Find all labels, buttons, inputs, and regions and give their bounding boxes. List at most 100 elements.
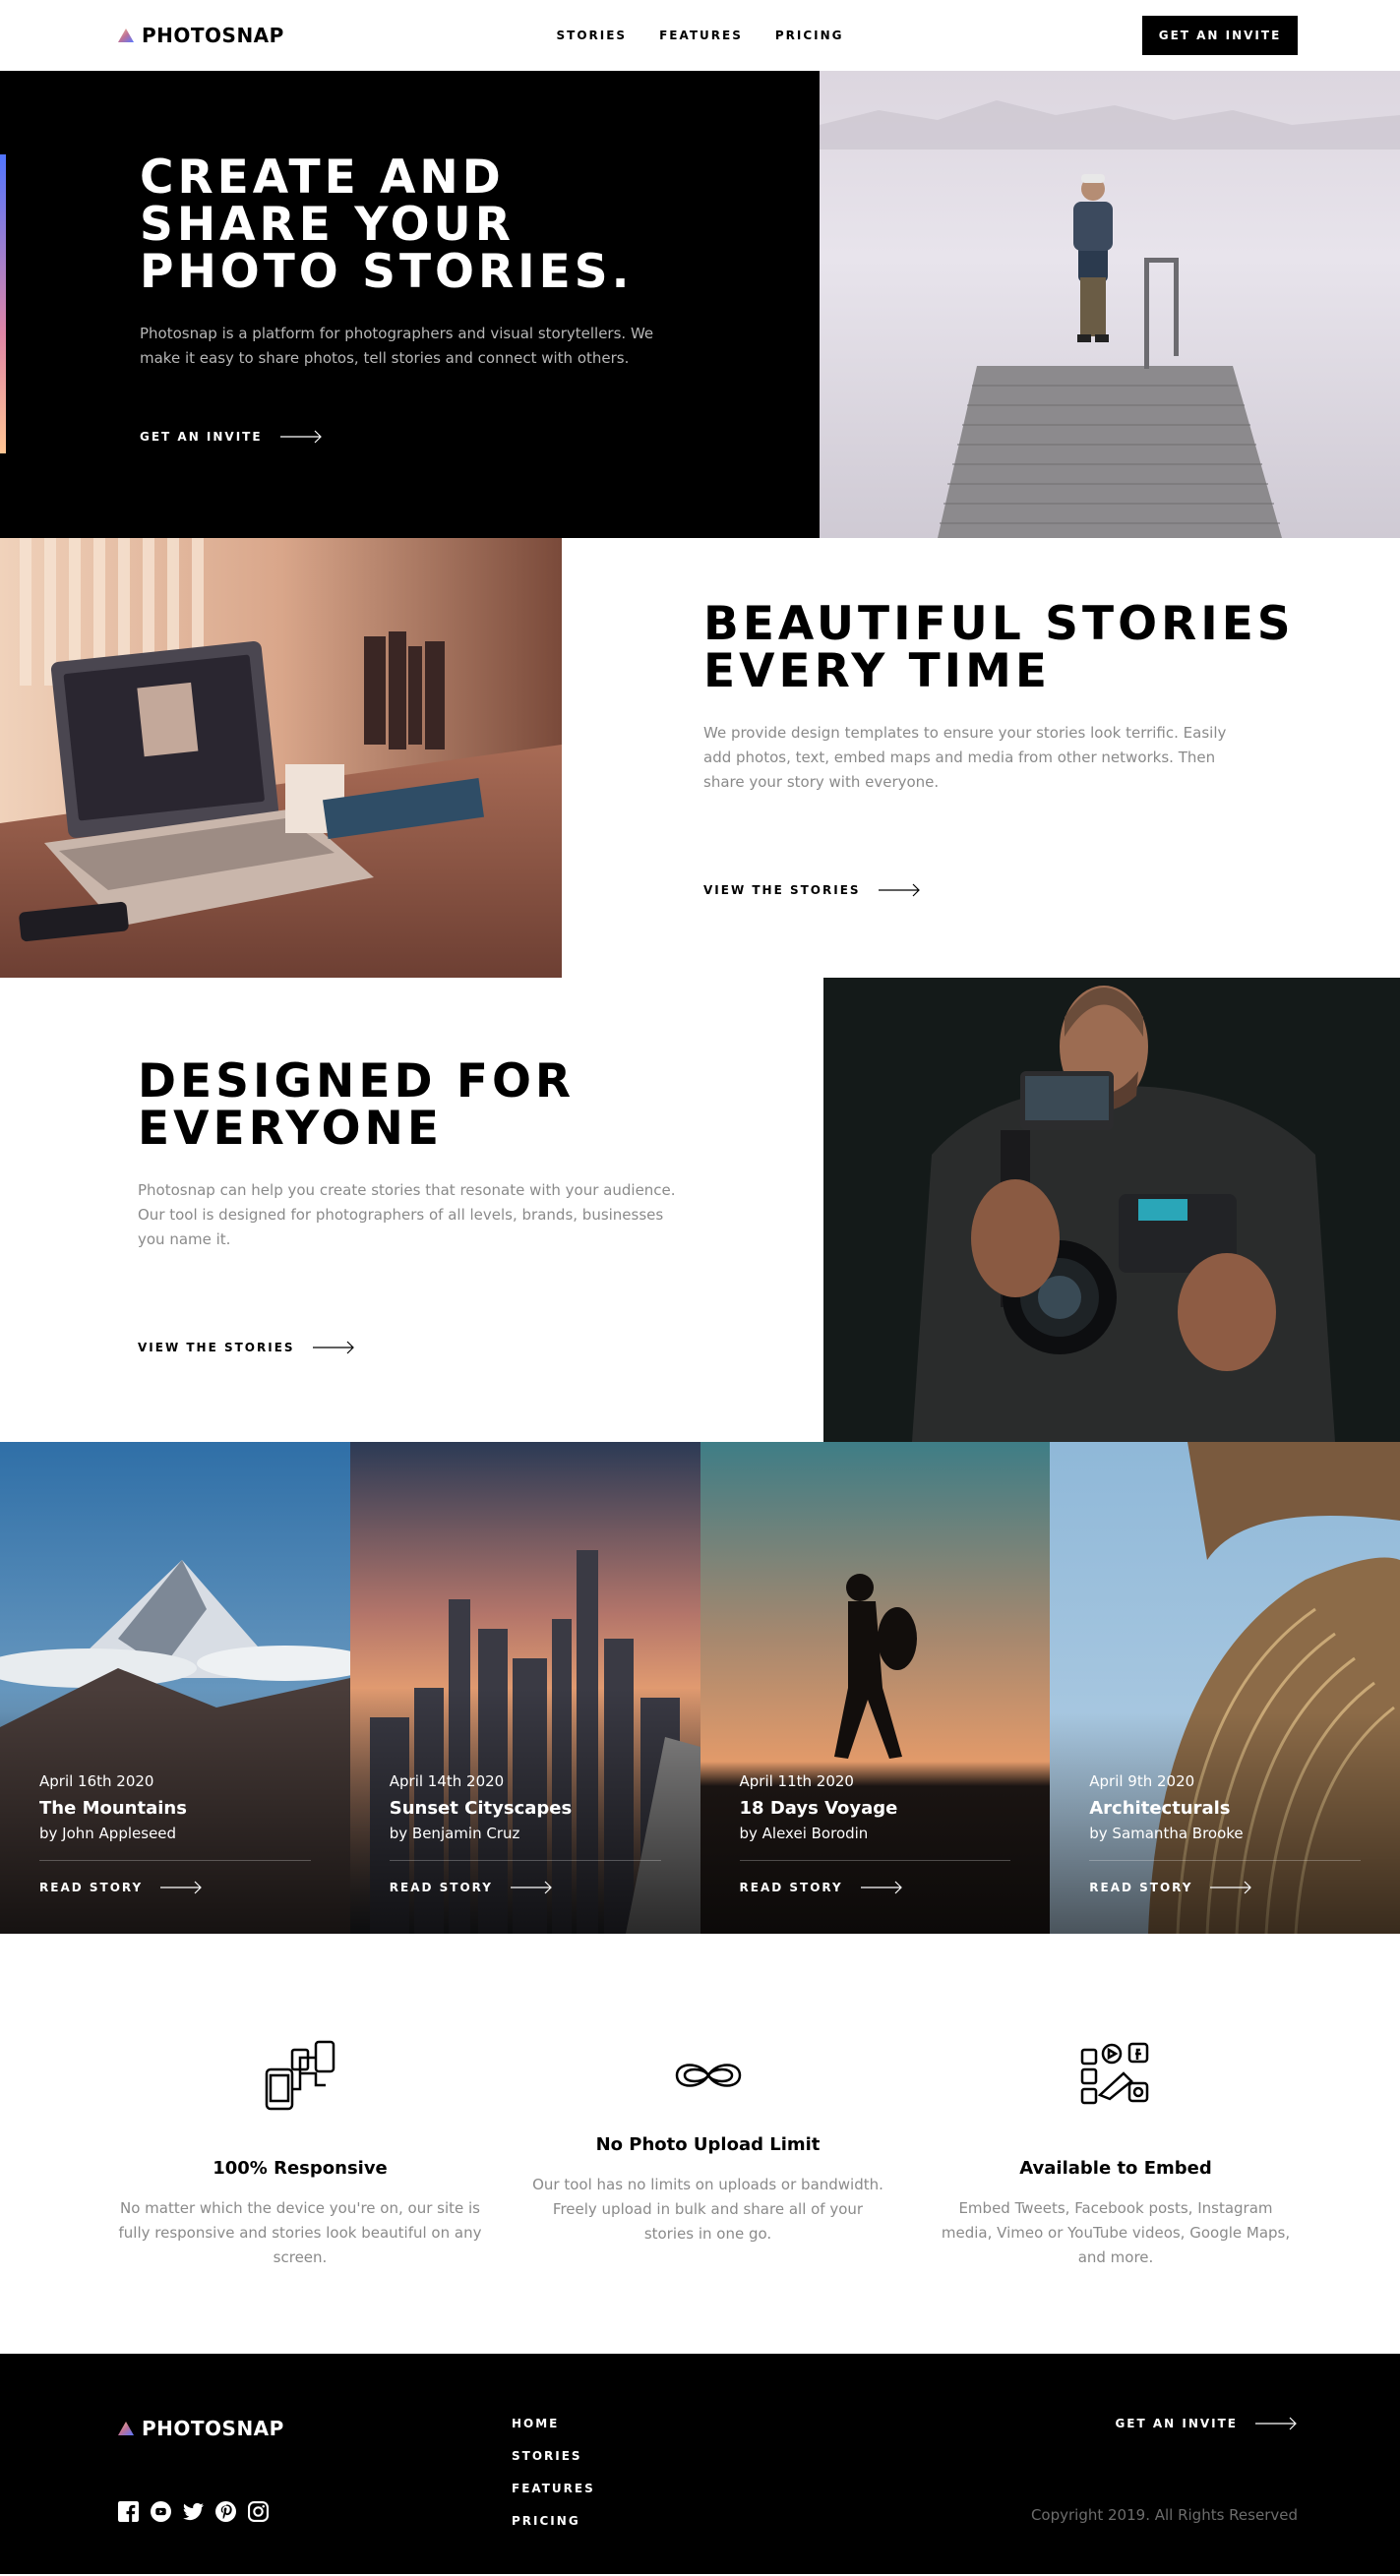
story-divider [39,1860,311,1861]
get-invite-button[interactable]: GET AN INVITE [1142,16,1298,55]
feature-description: Our tool has no limits on uploads or ban… [532,2176,883,2243]
site-footer: PHOTOSNAP HOME STORIES FEATURES PRICING … [0,2354,1400,2574]
beautiful-stories-description: We provide design templates to ensure yo… [703,724,1227,791]
footer-nav-pricing[interactable]: PRICING [512,2514,595,2528]
nav-item-features[interactable]: FEATURES [659,29,743,42]
story-card[interactable]: April 14th 2020 Sunset Cityscapes by Ben… [349,1442,700,1934]
story-card[interactable]: April 9th 2020 Architecturals by Samanth… [1050,1442,1400,1934]
laptop-illustration [0,538,562,978]
hero-invite-link-label: GET AN INVITE [140,430,263,444]
logo-triangle-icon [118,2422,134,2435]
arrow-right-icon [1255,2417,1297,2430]
main-nav: STORIES FEATURES PRICING [556,29,843,42]
beautiful-stories-text: BEAUTIFUL STORIES EVERY TIME We provide … [562,538,1400,978]
feature-no-upload-limit: No Photo Upload Limit Our tool has no li… [526,2040,890,2354]
logo-text: PHOTOSNAP [142,24,284,47]
story-divider [739,1860,1011,1861]
footer-nav-features[interactable]: FEATURES [512,2482,595,2495]
story-date: April 9th 2020 [1089,1772,1195,1790]
story-body: April 16th 2020 The Mountains by John Ap… [39,1772,311,1894]
copyright-text: Copyright 2019. All Rights Reserved [1030,2506,1298,2524]
feature-responsive: 100% Responsive No matter which the devi… [118,2040,482,2354]
designed-text: DESIGNED FOR EVERYONE Photosnap can help… [0,978,823,1442]
footer-invite-label: GET AN INVITE [1115,2417,1238,2430]
arrow-right-icon [1210,1881,1252,1894]
feature-description: No matter which the device you're on, ou… [118,2199,482,2266]
features-section: 100% Responsive No matter which the devi… [0,1934,1400,2354]
laptop-desk-photo [0,538,562,978]
story-body: April 9th 2020 Architecturals by Samanth… [1089,1772,1361,1894]
story-card[interactable]: April 11th 2020 18 Days Voyage by Alexei… [700,1442,1051,1934]
arrow-right-icon [312,1341,354,1354]
nav-item-stories[interactable]: STORIES [556,29,627,42]
view-stories-link[interactable]: VIEW THE STORIES [703,883,1400,897]
logo[interactable]: PHOTOSNAP [118,24,284,47]
hero-photo-man-on-pier [820,71,1400,538]
arrow-right-icon [878,883,920,897]
hero-section: CREATE AND SHARE YOUR PHOTO STORIES. Pho… [0,71,1400,538]
story-date: April 14th 2020 [389,1772,505,1790]
hero-text-panel: CREATE AND SHARE YOUR PHOTO STORIES. Pho… [0,71,820,538]
arrow-right-icon [160,1881,203,1894]
footer-nav-home[interactable]: HOME [512,2417,595,2430]
camera-operator-illustration [823,978,1400,1442]
story-body: April 11th 2020 18 Days Voyage by Alexei… [739,1772,1011,1894]
accent-bar [0,154,6,453]
pinterest-icon[interactable] [215,2501,236,2522]
stories-grid: April 16th 2020 The Mountains by John Ap… [0,1442,1400,1934]
story-author: by Benjamin Cruz [389,1825,520,1842]
story-divider [389,1860,661,1861]
designed-for-everyone-section: DESIGNED FOR EVERYONE Photosnap can help… [0,978,1400,1442]
view-stories-link-label: VIEW THE STORIES [703,883,861,897]
footer-nav-stories[interactable]: STORIES [512,2449,595,2463]
footer-nav: HOME STORIES FEATURES PRICING [512,2417,595,2528]
read-story-link[interactable]: READ STORY [740,1881,1011,1894]
designed-title: DESIGNED FOR EVERYONE [138,1054,576,1156]
read-story-link[interactable]: READ STORY [1089,1881,1361,1894]
site-header: PHOTOSNAP STORIES FEATURES PRICING GET A… [0,0,1400,71]
twitter-icon[interactable] [183,2501,204,2522]
story-card[interactable]: April 16th 2020 The Mountains by John Ap… [0,1442,350,1934]
story-title: 18 Days Voyage [739,1798,898,1819]
story-date: April 11th 2020 [739,1772,854,1790]
facebook-icon[interactable] [118,2501,139,2522]
feature-title: 100% Responsive [213,2158,388,2179]
story-title: The Mountains [39,1798,187,1819]
feature-embed: Available to Embed Embed Tweets, Faceboo… [934,2040,1298,2354]
hero-description: Photosnap is a platform for photographer… [140,325,654,367]
designed-description: Photosnap can help you create stories th… [138,1181,676,1248]
hero-invite-link[interactable]: GET AN INVITE [140,430,682,444]
camera-operator-photo [823,978,1400,1442]
instagram-icon[interactable] [248,2501,269,2522]
read-story-label: READ STORY [1089,1881,1193,1894]
youtube-icon[interactable] [151,2501,171,2522]
footer-invite-link[interactable]: GET AN INVITE [1115,2417,1298,2430]
arrow-right-icon [860,1881,902,1894]
story-title: Sunset Cityscapes [389,1798,573,1819]
arrow-right-icon [510,1881,552,1894]
arrow-right-icon [279,430,322,444]
read-story-link[interactable]: READ STORY [390,1881,661,1894]
story-body: April 14th 2020 Sunset Cityscapes by Ben… [389,1772,661,1894]
beautiful-stories-section: BEAUTIFUL STORIES EVERY TIME We provide … [0,538,1400,978]
feature-description: Embed Tweets, Facebook posts, Instagram … [941,2199,1291,2266]
logo-triangle-icon [118,29,134,42]
story-author: by Samantha Brooke [1089,1825,1244,1842]
story-date: April 16th 2020 [39,1772,154,1790]
footer-logo-text: PHOTOSNAP [142,2417,284,2440]
view-stories-link-2[interactable]: VIEW THE STORIES [138,1341,823,1354]
read-story-label: READ STORY [39,1881,144,1894]
read-story-label: READ STORY [739,1881,843,1894]
pier-illustration [820,71,1400,538]
read-story-label: READ STORY [389,1881,493,1894]
read-story-link[interactable]: READ STORY [39,1881,311,1894]
beautiful-stories-title: BEAUTIFUL STORIES EVERY TIME [703,597,1295,698]
footer-logo[interactable]: PHOTOSNAP [118,2417,284,2440]
nav-item-pricing[interactable]: PRICING [775,29,844,42]
infinity-icon [675,2064,741,2087]
responsive-devices-icon [265,2040,335,2111]
story-author: by John Appleseed [39,1825,177,1842]
embed-icon [1080,2042,1149,2105]
social-links [118,2501,269,2522]
feature-title: Available to Embed [1019,2158,1212,2179]
